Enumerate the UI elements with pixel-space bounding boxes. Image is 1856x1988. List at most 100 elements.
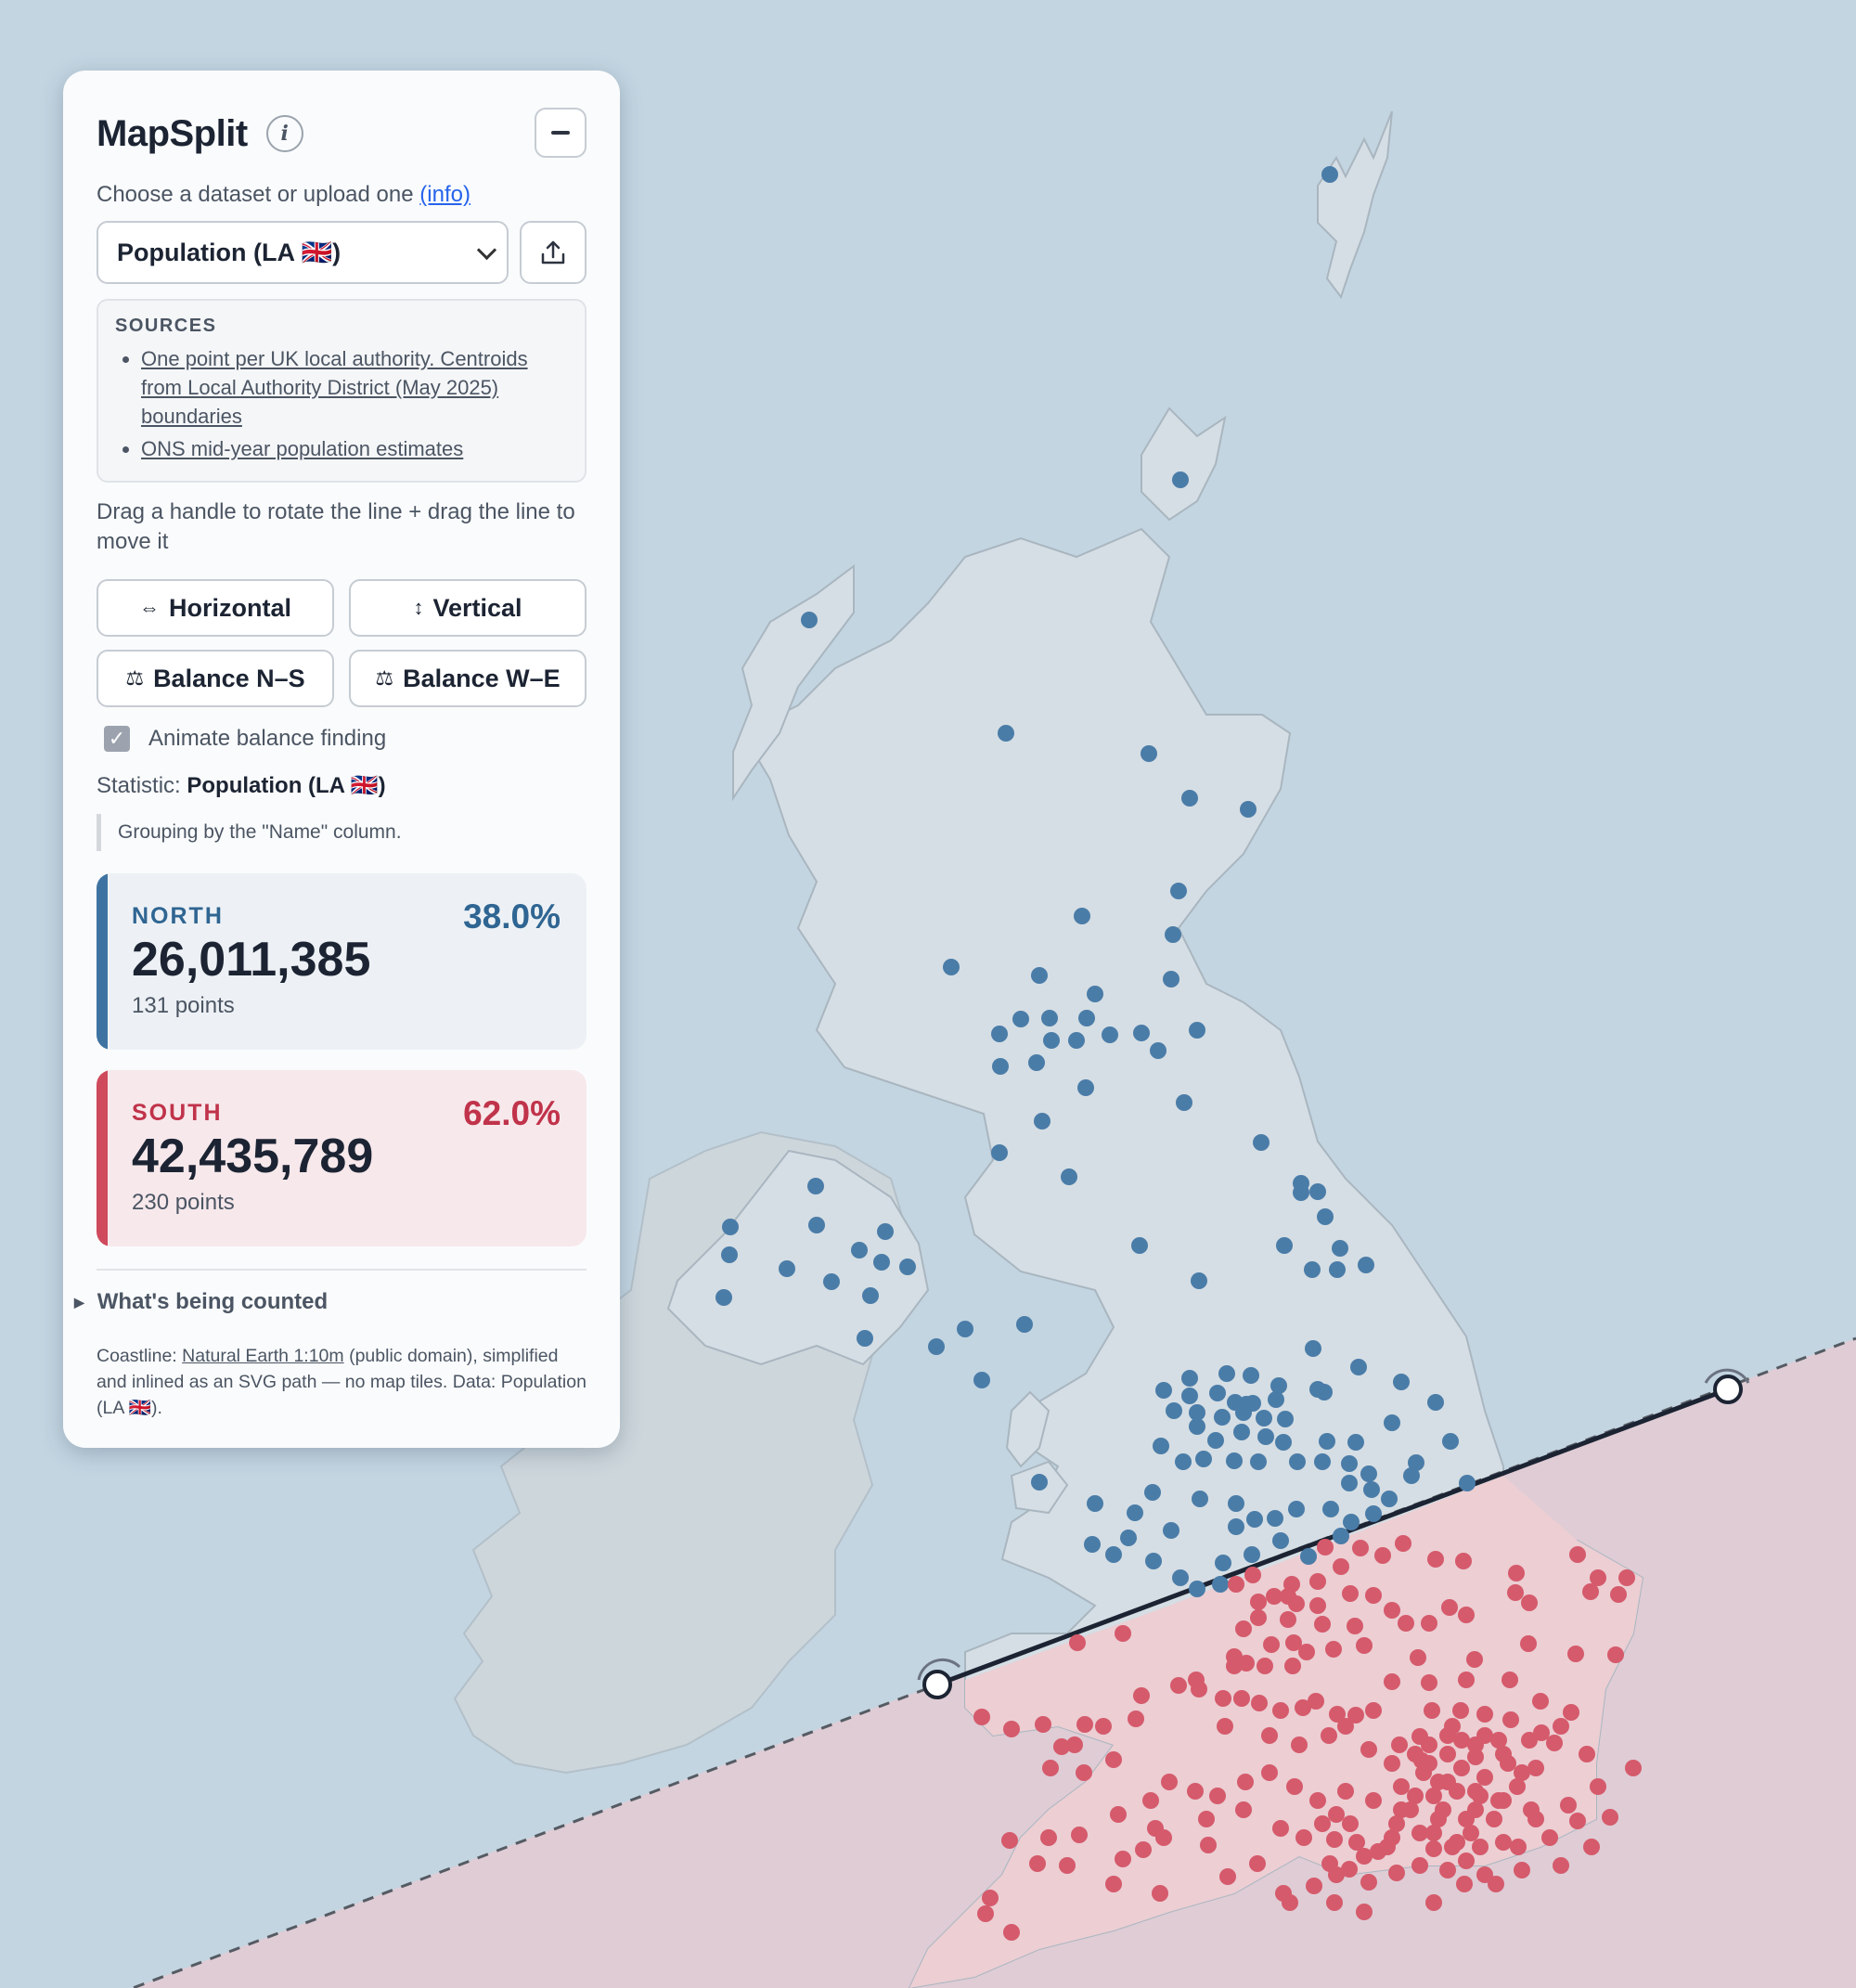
south-point xyxy=(1200,1837,1217,1853)
shetland-islands xyxy=(1317,110,1393,300)
south-point xyxy=(1317,1539,1334,1556)
south-point xyxy=(1569,1813,1586,1829)
north-point xyxy=(1181,1370,1198,1387)
south-point xyxy=(1040,1829,1057,1846)
upload-icon xyxy=(541,240,565,265)
vertical-button[interactable]: ↕ Vertical xyxy=(349,579,586,637)
upload-button[interactable] xyxy=(520,221,586,284)
natural-earth-link[interactable]: Natural Earth 1:10m xyxy=(182,1346,344,1366)
south-point xyxy=(1486,1811,1502,1827)
south-point xyxy=(1610,1586,1627,1603)
whats-counted-toggle[interactable]: ▶ What's being counted xyxy=(74,1289,586,1315)
north-point xyxy=(1314,1453,1331,1470)
south-point xyxy=(1527,1811,1544,1827)
north-point xyxy=(862,1287,879,1304)
disclosure-triangle-icon: ▶ xyxy=(74,1294,84,1310)
north-point xyxy=(1028,1054,1045,1071)
divider xyxy=(97,1269,586,1271)
south-point xyxy=(1076,1764,1092,1781)
animate-toggle[interactable]: ✓ Animate balance finding xyxy=(97,722,586,755)
north-percent: 38.0% xyxy=(463,897,561,936)
north-point xyxy=(722,1219,739,1235)
north-point xyxy=(1144,1484,1161,1501)
south-point xyxy=(1209,1788,1226,1804)
source-link[interactable]: One point per UK local authority. Centro… xyxy=(141,347,528,428)
balance-scale-icon: ⚖ xyxy=(125,666,145,690)
south-point xyxy=(1421,1736,1437,1753)
south-point xyxy=(1391,1736,1408,1753)
balance-ns-button[interactable]: ⚖ Balance N–S xyxy=(97,650,334,707)
south-point xyxy=(1286,1778,1303,1795)
dataset-select[interactable]: Population (LA 🇬🇧) xyxy=(97,221,509,284)
south-point xyxy=(1298,1644,1315,1660)
south-point xyxy=(1384,1602,1400,1619)
north-point xyxy=(1289,1453,1306,1470)
south-point xyxy=(1142,1792,1159,1809)
south-point xyxy=(1510,1839,1527,1855)
south-point xyxy=(1250,1594,1267,1610)
south-point xyxy=(1553,1857,1569,1874)
north-point xyxy=(1102,1026,1118,1043)
south-point xyxy=(1365,1792,1382,1809)
south-point xyxy=(1333,1558,1349,1575)
north-point xyxy=(801,612,818,628)
south-point xyxy=(1226,1648,1243,1665)
south-point xyxy=(1472,1788,1489,1804)
source-item: ONS mid-year population estimates xyxy=(141,434,568,463)
north-accent-bar xyxy=(97,873,108,1050)
north-point xyxy=(1333,1528,1349,1544)
north-point xyxy=(1031,967,1048,984)
south-point xyxy=(1607,1646,1624,1663)
south-point xyxy=(1053,1738,1070,1755)
north-point xyxy=(991,1144,1008,1161)
south-point xyxy=(977,1905,994,1922)
north-point xyxy=(1016,1316,1033,1333)
north-point xyxy=(873,1254,890,1271)
south-point xyxy=(1425,1894,1442,1911)
north-point xyxy=(1172,471,1189,488)
south-point xyxy=(1521,1732,1538,1749)
south-point xyxy=(1314,1616,1331,1633)
checkbox-icon[interactable]: ✓ xyxy=(104,726,130,752)
north-point xyxy=(1244,1546,1260,1563)
south-point xyxy=(1356,1637,1373,1654)
south-point xyxy=(1071,1827,1088,1843)
south-point xyxy=(1215,1690,1231,1707)
south-point xyxy=(1295,1699,1311,1716)
north-point xyxy=(1363,1481,1380,1498)
north-point xyxy=(1228,1495,1244,1512)
south-point xyxy=(1410,1649,1426,1666)
south-point xyxy=(1502,1672,1518,1688)
south-point xyxy=(1365,1702,1382,1719)
info-icon[interactable]: i xyxy=(265,115,303,152)
south-point xyxy=(1261,1764,1278,1781)
south-point xyxy=(1452,1702,1469,1719)
app-title: MapSplit xyxy=(97,112,248,154)
south-point xyxy=(1500,1755,1516,1772)
north-point xyxy=(807,1178,824,1194)
south-point xyxy=(1590,1778,1606,1795)
north-point xyxy=(1120,1530,1137,1546)
footer-prefix: Coastline: xyxy=(97,1346,177,1366)
north-point xyxy=(1189,1022,1205,1039)
north-point xyxy=(1384,1414,1400,1431)
dataset-prompt-text: Choose a dataset or upload one xyxy=(97,182,414,207)
north-point xyxy=(1191,1272,1207,1289)
south-point xyxy=(1407,1746,1424,1762)
balance-we-button[interactable]: ⚖ Balance W–E xyxy=(349,650,586,707)
minimize-button[interactable] xyxy=(535,108,586,158)
south-point xyxy=(1191,1681,1207,1698)
north-point xyxy=(1246,1511,1263,1528)
south-point xyxy=(1441,1599,1458,1616)
south-point xyxy=(1217,1718,1233,1735)
source-link[interactable]: ONS mid-year population estimates xyxy=(141,437,463,460)
south-point xyxy=(1421,1674,1437,1691)
south-point xyxy=(1170,1677,1187,1694)
north-point xyxy=(1381,1491,1398,1507)
horizontal-button[interactable]: ⇔ Horizontal xyxy=(97,579,334,637)
chevron-down-icon xyxy=(476,239,497,261)
source-item: One point per UK local authority. Centro… xyxy=(141,344,568,431)
dataset-info-link[interactable]: (info) xyxy=(419,182,470,207)
north-point xyxy=(1275,1434,1292,1451)
south-point xyxy=(1384,1755,1400,1772)
